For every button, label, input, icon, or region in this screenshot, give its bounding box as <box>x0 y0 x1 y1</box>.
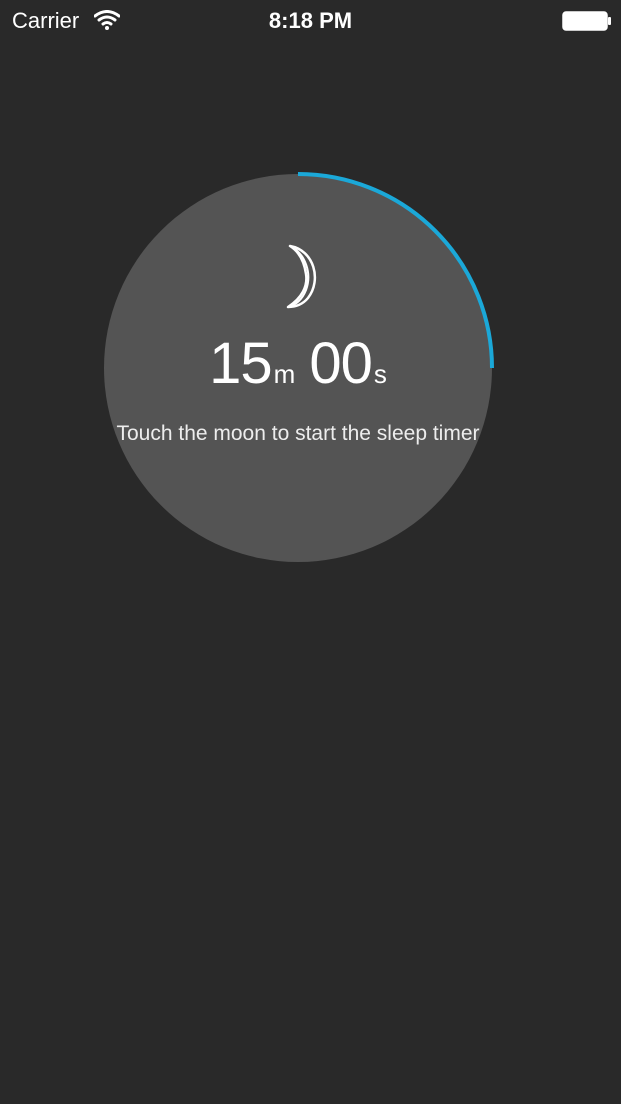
timer-readout: 15m 00s <box>104 330 492 397</box>
timer-seconds-unit: s <box>373 359 387 389</box>
timer-hint: Touch the moon to start the sleep timer <box>116 422 480 445</box>
moon-icon[interactable] <box>270 240 334 312</box>
timer-minutes: 15 <box>209 331 273 396</box>
timer-seconds: 00 <box>309 331 373 396</box>
battery-icon <box>562 11 611 31</box>
status-time: 8:18 PM <box>268 8 353 33</box>
timer-minutes-unit: m <box>273 359 296 389</box>
status-bar: Carrier 8:18 PM <box>0 0 621 40</box>
